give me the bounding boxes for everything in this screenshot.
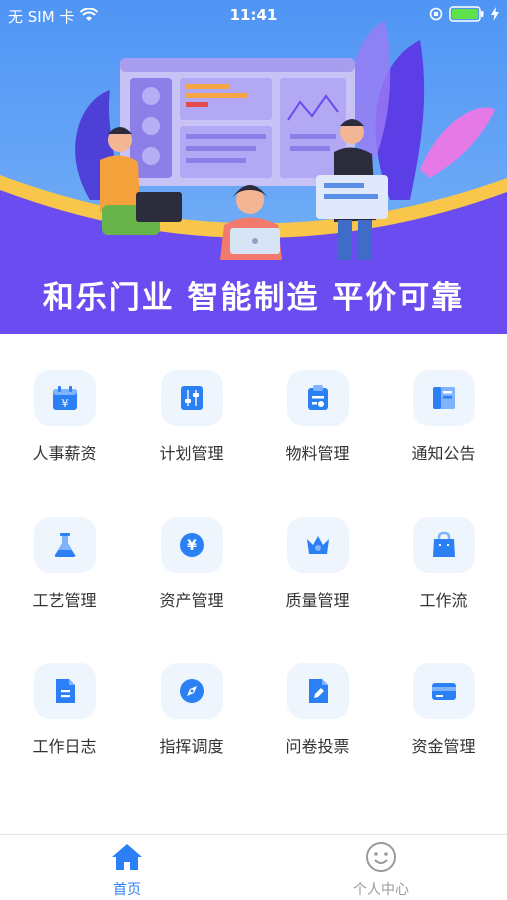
tab-home-label: 首页 bbox=[113, 882, 141, 898]
svg-text:¥: ¥ bbox=[61, 397, 68, 410]
module-label: 计划管理 bbox=[159, 444, 224, 463]
module-tile bbox=[286, 370, 349, 426]
bottom-tab-bar: 首页 个人中心 bbox=[0, 834, 507, 900]
module-planning[interactable]: 计划管理 bbox=[128, 334, 255, 464]
smiley-icon bbox=[365, 841, 397, 873]
edit-document-icon bbox=[308, 679, 328, 703]
module-tile bbox=[286, 517, 349, 573]
clipboard-icon bbox=[307, 385, 328, 410]
flask-icon bbox=[54, 533, 75, 557]
module-label: 工作流 bbox=[419, 591, 468, 610]
notice-icon bbox=[432, 387, 455, 409]
module-label: 问卷投票 bbox=[285, 737, 350, 756]
module-assets[interactable]: ¥ 资产管理 bbox=[128, 481, 255, 611]
tab-profile-label: 个人中心 bbox=[353, 882, 409, 898]
module-tile bbox=[33, 663, 96, 719]
module-tile bbox=[286, 663, 349, 719]
home-icon bbox=[110, 841, 144, 873]
module-funds[interactable]: 资金管理 bbox=[380, 627, 507, 757]
document-icon bbox=[55, 679, 75, 703]
tab-profile[interactable]: 个人中心 bbox=[254, 835, 507, 900]
module-tile bbox=[160, 370, 223, 426]
module-process[interactable]: 工艺管理 bbox=[1, 481, 128, 611]
battery-icon bbox=[449, 6, 485, 26]
status-bar: 无 SIM 卡 11:41 bbox=[0, 0, 507, 30]
module-label: 工艺管理 bbox=[32, 591, 97, 610]
module-survey[interactable]: 问卷投票 bbox=[254, 627, 381, 757]
module-tile bbox=[33, 517, 96, 573]
calendar-yen-icon: ¥ bbox=[52, 386, 77, 410]
module-materials[interactable]: 物料管理 bbox=[254, 334, 381, 464]
compass-icon bbox=[179, 679, 204, 703]
orientation-lock-icon bbox=[429, 7, 443, 25]
module-tile: ¥ bbox=[160, 517, 223, 573]
module-tile: ¥ bbox=[33, 370, 96, 426]
module-label: 工作日志 bbox=[32, 737, 97, 756]
module-tile bbox=[412, 663, 475, 719]
module-label: 物料管理 bbox=[285, 444, 350, 463]
sliders-icon bbox=[180, 386, 203, 410]
module-work-log[interactable]: 工作日志 bbox=[1, 627, 128, 757]
charging-icon bbox=[491, 7, 499, 25]
module-tile bbox=[160, 663, 223, 719]
svg-text:¥: ¥ bbox=[187, 538, 197, 554]
shopping-bag-icon bbox=[432, 531, 455, 557]
module-label: 通知公告 bbox=[411, 444, 476, 463]
module-label: 质量管理 bbox=[285, 591, 350, 610]
banner-slogan: 和乐门业 智能制造 平价可靠 bbox=[42, 280, 465, 316]
crown-icon bbox=[306, 536, 329, 554]
hero-banner: 无 SIM 卡 11:41 和乐门业 智能制造 平价可靠 bbox=[0, 0, 507, 334]
module-label: 资金管理 bbox=[411, 737, 476, 756]
module-label: 人事薪资 bbox=[32, 444, 97, 463]
card-icon bbox=[431, 683, 456, 700]
module-label: 资产管理 bbox=[159, 591, 224, 610]
module-quality[interactable]: 质量管理 bbox=[254, 481, 381, 611]
module-notices[interactable]: 通知公告 bbox=[380, 334, 507, 464]
module-dispatch[interactable]: 指挥调度 bbox=[128, 627, 255, 757]
module-hr-payroll[interactable]: ¥ 人事薪资 bbox=[1, 334, 128, 464]
tab-home[interactable]: 首页 bbox=[0, 835, 254, 900]
module-tile bbox=[412, 517, 475, 573]
module-tile bbox=[412, 370, 475, 426]
yen-coin-icon: ¥ bbox=[179, 533, 204, 557]
module-label: 指挥调度 bbox=[159, 737, 224, 756]
module-workflow[interactable]: 工作流 bbox=[380, 481, 507, 611]
